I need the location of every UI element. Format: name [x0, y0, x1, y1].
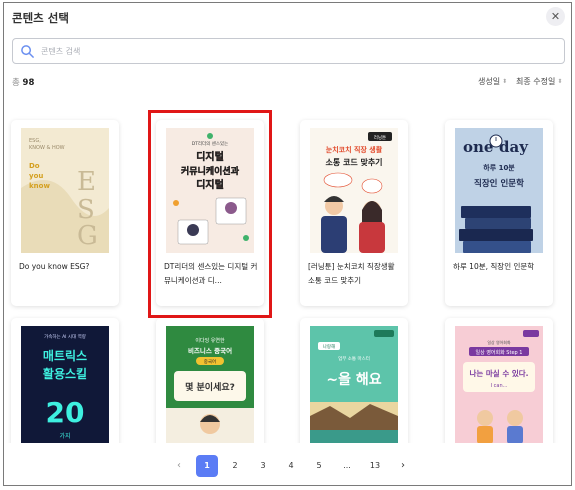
svg-text:가지: 가지: [59, 432, 70, 440]
svg-text:KNOW & HOW: KNOW & HOW: [29, 145, 65, 151]
sort-arrows-icon: ⬍: [502, 77, 508, 85]
svg-text:one: one: [463, 138, 493, 156]
svg-text:가속하는 AI 시대 역량: 가속하는 AI 시대 역량: [44, 333, 86, 340]
page-button-5[interactable]: 5: [308, 455, 330, 477]
matrix-skill-thumbnail: 가속하는 AI 시대 역량 매트릭스 활용스킬 20 가지: [21, 326, 109, 443]
svg-text:소통 코드 맞추기: 소통 코드 맞추기: [325, 157, 382, 167]
content-grid: ESG, KNOW & HOW Do you know E S G Do you…: [4, 103, 571, 443]
svg-text:you: you: [29, 172, 43, 180]
total-count: 총 98: [12, 76, 34, 88]
svg-text:DT리더의 센스있는: DT리더의 센스있는: [192, 140, 229, 147]
svg-text:E: E: [77, 167, 96, 197]
page-button-3[interactable]: 3: [252, 455, 274, 477]
svg-text:Do: Do: [29, 162, 40, 170]
total-count-value: 98: [22, 78, 35, 88]
svg-text:나랑해: 나랑해: [323, 343, 335, 350]
svg-text:~을 해요: ~을 해요: [326, 372, 381, 388]
sort-arrows-icon: ⬍: [557, 77, 563, 85]
svg-text:커뮤니케이션과: 커뮤니케이션과: [181, 165, 240, 177]
svg-text:G: G: [77, 221, 98, 251]
total-count-prefix: 총: [12, 78, 20, 88]
digital-communication-thumbnail: DT리더의 센스있는 디지털 커뮤니케이션과 디지털: [166, 128, 254, 253]
svg-text:ESG,: ESG,: [29, 138, 41, 144]
svg-text:나는 마실 수 있다.: 나는 마실 수 있다.: [470, 368, 529, 378]
svg-text:매트릭스: 매트릭스: [43, 348, 87, 363]
sort-created-button[interactable]: 생성일 ⬍: [478, 76, 507, 87]
page-button-4[interactable]: 4: [280, 455, 302, 477]
content-select-dialog: 콘텐츠 선택 ✕ 총 98 생성일⬍ 최종 수정일⬍ ESG, KNOW & H…: [3, 2, 572, 486]
pagination: ‹ 1 2 3 4 5 ... 13 ›: [4, 455, 571, 479]
svg-text:러닝툰: 러닝툰: [374, 134, 386, 141]
card-title: 하루 10분, 직장인 인문학: [453, 262, 535, 271]
card-title: [러닝툰] 눈치코치 직장생활 소통 코드 맞추기: [308, 262, 395, 285]
svg-text:I can...: I can...: [491, 383, 508, 389]
humanities-thumbnail: one day 하루 10분 직장인 인문학: [455, 128, 543, 253]
dialog-title: 콘텐츠 선택: [12, 11, 69, 25]
search-box[interactable]: [12, 38, 565, 64]
svg-text:know: know: [29, 182, 50, 190]
next-page-button[interactable]: ›: [392, 455, 414, 477]
svg-text:20: 20: [46, 396, 85, 429]
page-button-13[interactable]: 13: [364, 455, 386, 477]
close-button[interactable]: ✕: [546, 7, 565, 26]
content-card[interactable]: 일상 영어회화 일상 영어회화 Step 1 나는 마실 수 있다. I can…: [445, 318, 553, 443]
sort-modified-label: 최종 수정일: [516, 77, 556, 86]
esg-poster-thumbnail: ESG, KNOW & HOW Do you know E S G: [21, 128, 109, 253]
content-card[interactable]: one day 하루 10분 직장인 인문학 하루 10분, 직장인 인문학: [445, 120, 553, 306]
svg-text:일상 영어회화 Step 1: 일상 영어회화 Step 1: [476, 349, 523, 356]
svg-text:비즈니스 중국어: 비즈니스 중국어: [188, 346, 232, 355]
dialog-header: 콘텐츠 선택 ✕: [4, 3, 571, 31]
sort-created-label: 생성일: [478, 77, 501, 86]
korean-phrase-thumbnail: 나랑해 업무 소통 마스터 ~을 해요: [310, 326, 398, 443]
svg-text:일상 영어회화: 일상 영어회화: [487, 339, 511, 345]
svg-text:하루 10분: 하루 10분: [483, 163, 515, 172]
content-card[interactable]: 러닝툰 눈치코치 직장 생활 소통 코드 맞추기 [러닝툰] 눈치코치 직장생활…: [300, 120, 408, 306]
svg-text:중국어: 중국어: [204, 358, 216, 365]
learning-toon-thumbnail: 러닝툰 눈치코치 직장 생활 소통 코드 맞추기: [310, 128, 398, 253]
content-card[interactable]: 가속하는 AI 시대 역량 매트릭스 활용스킬 20 가지: [11, 318, 119, 443]
page-button-2[interactable]: 2: [224, 455, 246, 477]
sort-modified-button[interactable]: 최종 수정일 ⬍: [516, 76, 562, 87]
search-icon: [21, 45, 34, 58]
content-card[interactable]: 나랑해 업무 소통 마스터 ~을 해요: [300, 318, 408, 443]
content-card[interactable]: ESG, KNOW & HOW Do you know E S G Do you…: [11, 120, 119, 306]
business-chinese-thumbnail: 이다잉 유연한 비즈니스 중국어 중국어 몇 분이세요?: [166, 326, 254, 443]
card-title: Do you know ESG?: [19, 262, 90, 271]
svg-text:직장인 인문학: 직장인 인문학: [474, 178, 524, 189]
svg-text:디지털: 디지털: [196, 150, 224, 163]
svg-text:day: day: [499, 138, 529, 156]
page-ellipsis: ...: [343, 461, 351, 470]
search-input[interactable]: [41, 42, 541, 60]
svg-text:업무 소통 마스터: 업무 소통 마스터: [338, 355, 370, 362]
content-card[interactable]: 이다잉 유연한 비즈니스 중국어 중국어 몇 분이세요?: [156, 318, 264, 443]
svg-text:눈치코치 직장 생활: 눈치코치 직장 생활: [326, 145, 383, 154]
content-card[interactable]: DT리더의 센스있는 디지털 커뮤니케이션과 디지털 DT리더의 센스있는 디지…: [156, 120, 264, 306]
svg-text:활용스킬: 활용스킬: [43, 366, 87, 381]
english-step1-thumbnail: 일상 영어회화 일상 영어회화 Step 1 나는 마실 수 있다. I can…: [455, 326, 543, 443]
page-button-1[interactable]: 1: [196, 455, 218, 477]
prev-page-button[interactable]: ‹: [168, 455, 190, 477]
svg-text:이다잉 유연한: 이다잉 유연한: [195, 337, 225, 344]
svg-text:몇 분이세요?: 몇 분이세요?: [185, 381, 235, 393]
svg-text:디지털: 디지털: [196, 178, 224, 191]
card-title: DT리더의 센스있는 디지털 커뮤니케이션과 디...: [164, 262, 258, 285]
